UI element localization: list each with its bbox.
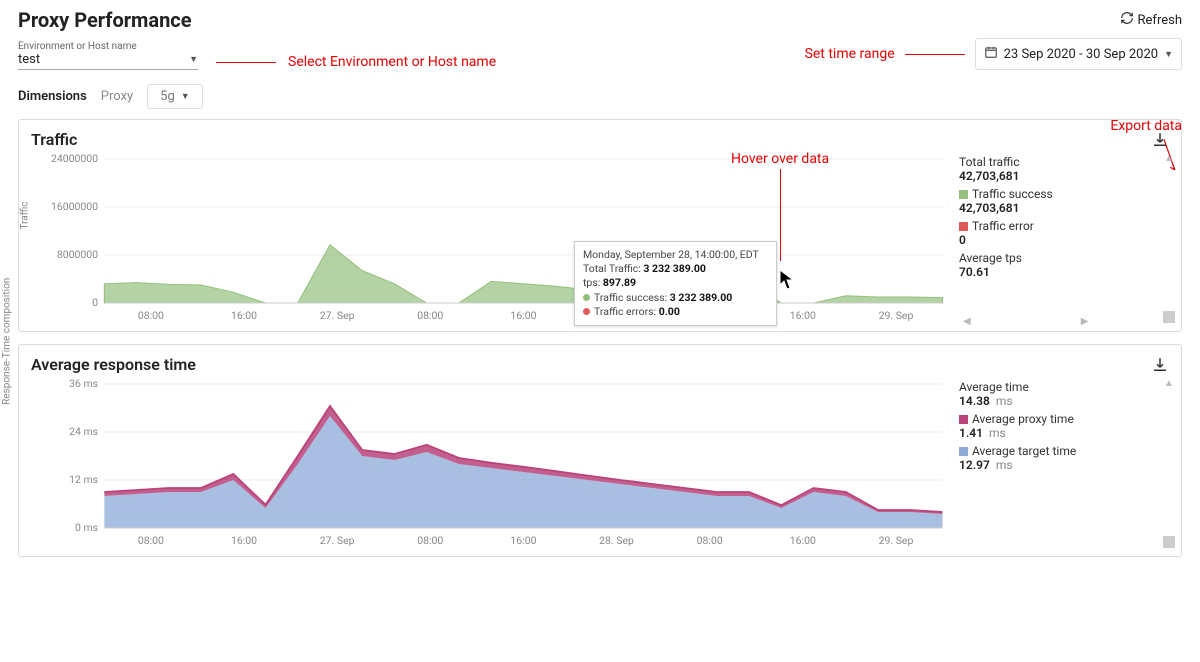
traffic-tooltip: Monday, September 28, 14:00:00, EDT Tota… <box>574 241 777 326</box>
svg-text:29. Sep: 29. Sep <box>879 534 914 547</box>
svg-text:36 ms: 36 ms <box>69 378 98 390</box>
svg-text:16:00: 16:00 <box>790 534 816 547</box>
svg-text:08:00: 08:00 <box>417 309 443 322</box>
svg-text:0: 0 <box>92 296 98 309</box>
svg-text:16:00: 16:00 <box>231 534 257 547</box>
annotation-line <box>905 54 965 55</box>
panel-response: Average response time Response-Time comp… <box>18 344 1182 557</box>
svg-text:29. Sep: 29. Sep <box>879 309 914 322</box>
environment-value: test <box>18 52 40 67</box>
svg-text:16:00: 16:00 <box>790 309 816 322</box>
environment-select[interactable]: Environment or Host name test ▼ <box>18 41 198 70</box>
refresh-label: Refresh <box>1138 13 1182 28</box>
dimensions-proxy-label: Proxy <box>101 89 133 104</box>
traffic-title: Traffic <box>31 130 77 149</box>
svg-text:24 ms: 24 ms <box>69 425 98 438</box>
panel-traffic: Traffic Traffic 0 8000000 16000000 24000000… <box>18 119 1182 332</box>
date-range-text: 23 Sep 2020 - 30 Sep 2020 <box>1004 47 1158 62</box>
annotation-line <box>216 62 276 63</box>
environment-label: Environment or Host name <box>18 41 198 52</box>
legend-scrollbar[interactable]: ▲ <box>1163 378 1175 548</box>
annotation-env: Select Environment or Host name <box>288 54 496 70</box>
traffic-legend: Total traffic 42,703,681 Traffic success… <box>953 153 1169 323</box>
svg-text:12 ms: 12 ms <box>69 473 98 486</box>
svg-text:16:00: 16:00 <box>510 534 536 547</box>
legend-scrollbar[interactable]: ▲ <box>1163 153 1175 323</box>
proxy-select[interactable]: 5g ▼ <box>147 84 203 109</box>
refresh-button[interactable]: Refresh <box>1120 11 1182 29</box>
calendar-icon <box>984 45 998 63</box>
download-icon[interactable] <box>1151 356 1169 374</box>
svg-text:16:00: 16:00 <box>231 309 257 322</box>
proxy-value: 5g <box>160 89 175 104</box>
svg-text:27. Sep: 27. Sep <box>320 534 355 547</box>
mouse-cursor-icon <box>779 269 795 291</box>
svg-text:0 ms: 0 ms <box>75 521 98 534</box>
svg-text:16:00: 16:00 <box>510 309 536 322</box>
response-y-axis-label: Response-Time composition <box>2 278 13 405</box>
date-range-picker[interactable]: 23 Sep 2020 - 30 Sep 2020 ▼ <box>975 38 1182 70</box>
svg-text:24000000: 24000000 <box>51 153 98 165</box>
svg-text:08:00: 08:00 <box>697 534 723 547</box>
response-title: Average response time <box>31 355 196 374</box>
svg-text:08:00: 08:00 <box>138 534 164 547</box>
response-chart[interactable]: 0 ms 12 ms 24 ms 36 ms 08:00 16:00 27. Sep 08:0… <box>31 378 953 548</box>
svg-text:08:00: 08:00 <box>417 534 443 547</box>
chevron-down-icon: ▼ <box>1164 49 1173 60</box>
svg-text:8000000: 8000000 <box>57 248 98 261</box>
svg-text:28. Sep: 28. Sep <box>599 534 634 547</box>
chevron-down-icon: ▼ <box>181 91 190 102</box>
legend-hscroll[interactable]: ◀▶ <box>963 315 1163 327</box>
traffic-y-axis-label: Traffic <box>20 201 31 229</box>
svg-text:16000000: 16000000 <box>51 200 98 213</box>
response-legend: Average time 14.38ms Average proxy time … <box>953 378 1169 548</box>
svg-text:08:00: 08:00 <box>138 309 164 322</box>
refresh-icon <box>1120 11 1134 29</box>
dimensions-label: Dimensions <box>18 89 87 104</box>
annotation-date: Set time range <box>805 46 895 62</box>
download-icon[interactable] <box>1151 131 1169 149</box>
svg-text:27. Sep: 27. Sep <box>320 309 355 322</box>
page-title: Proxy Performance <box>18 8 192 32</box>
chevron-down-icon: ▼ <box>189 54 198 65</box>
